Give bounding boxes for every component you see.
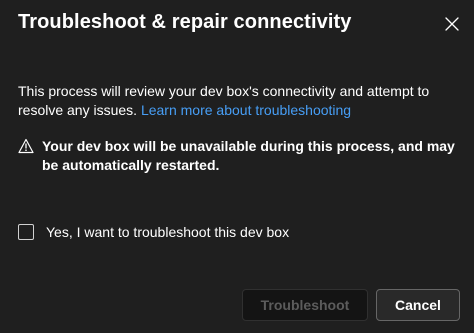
learn-more-link[interactable]: Learn more about troubleshooting bbox=[141, 102, 351, 118]
cancel-button[interactable]: Cancel bbox=[376, 289, 460, 321]
close-button[interactable] bbox=[441, 13, 463, 35]
troubleshoot-dialog: Troubleshoot & repair connectivity This … bbox=[0, 0, 474, 333]
warning-text: Your dev box will be unavailable during … bbox=[42, 138, 455, 173]
troubleshoot-button[interactable]: Troubleshoot bbox=[242, 289, 368, 321]
confirm-checkbox-label[interactable]: Yes, I want to troubleshoot this dev box bbox=[46, 224, 289, 240]
warning-icon bbox=[18, 138, 34, 154]
close-icon bbox=[445, 17, 459, 31]
dialog-title: Troubleshoot & repair connectivity bbox=[18, 11, 352, 33]
warning-message: Your dev box will be unavailable during … bbox=[18, 137, 458, 175]
dialog-description: This process will review your dev box's … bbox=[18, 82, 458, 120]
confirm-checkbox-row[interactable]: Yes, I want to troubleshoot this dev box bbox=[18, 224, 289, 240]
confirm-checkbox[interactable] bbox=[18, 224, 34, 240]
